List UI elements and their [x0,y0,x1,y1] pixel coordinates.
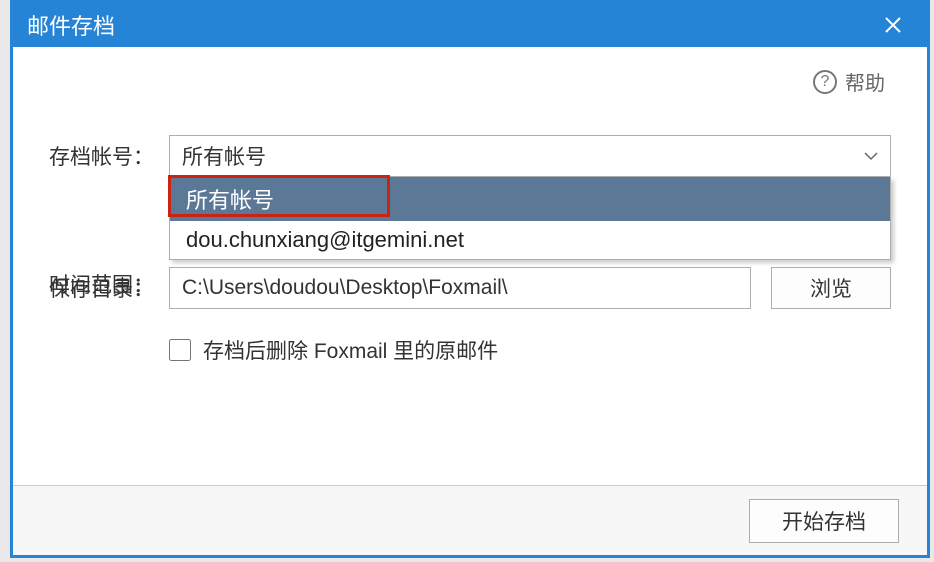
help-link[interactable]: ? 帮助 [813,67,885,96]
save-dir-input[interactable] [169,267,751,309]
account-label: 存档帐号： [49,141,169,171]
close-icon [884,16,902,34]
delete-after-checkbox[interactable] [169,339,191,361]
chevron-down-icon [864,148,878,164]
dialog-footer: 开始存档 [13,485,927,555]
account-dropdown: 所有帐号 dou.chunxiang@itgemini.net [169,177,891,260]
delete-after-label: 存档后删除 Foxmail 里的原邮件 [203,335,498,365]
time-range-label: 时间范围： [49,269,169,299]
dialog-content: ? 帮助 存档帐号： 所有帐号 所有帐号 dou.chunxiang@itgem… [13,47,927,485]
titlebar: 邮件存档 [13,3,927,47]
account-option[interactable]: 所有帐号 [170,177,890,221]
account-selected-value: 所有帐号 [182,141,266,171]
help-icon: ? [813,70,837,94]
delete-after-row: 存档后删除 Foxmail 里的原邮件 [169,335,891,365]
time-range-row: 时间范围： [49,269,169,299]
start-archive-button[interactable]: 开始存档 [749,499,899,543]
mail-archive-dialog: 邮件存档 ? 帮助 存档帐号： 所有帐号 所有帐号 dou.chunxiang [10,0,930,558]
save-dir-row: 保存目录： 浏览 [49,267,891,309]
account-select[interactable]: 所有帐号 [169,135,891,177]
help-label: 帮助 [845,67,885,96]
form-area: 存档帐号： 所有帐号 所有帐号 dou.chunxiang@itgemini.n… [49,135,891,365]
browse-button[interactable]: 浏览 [771,267,891,309]
account-row: 存档帐号： 所有帐号 所有帐号 dou.chunxiang@itgemini.n… [49,135,891,177]
dialog-title: 邮件存档 [27,9,873,41]
account-option[interactable]: dou.chunxiang@itgemini.net [170,221,890,259]
close-button[interactable] [873,3,913,47]
